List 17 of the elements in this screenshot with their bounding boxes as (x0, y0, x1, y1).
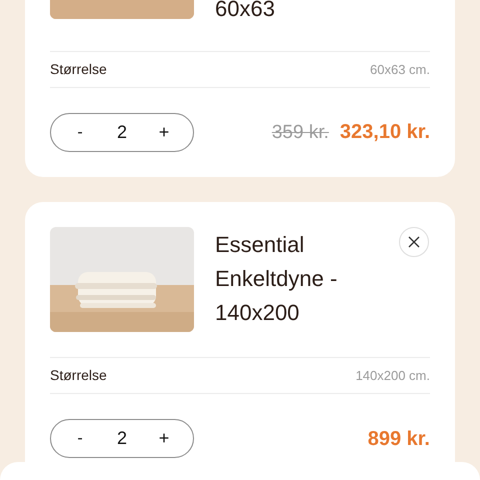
close-icon (408, 236, 420, 248)
size-value: 60x63 cm. (370, 60, 430, 79)
size-label: Størrelse (50, 366, 107, 385)
plus-button[interactable]: + (156, 119, 171, 146)
product-title: 60x63 (215, 0, 276, 23)
minus-button[interactable]: - (73, 426, 87, 450)
close-button[interactable] (399, 227, 429, 257)
quantity-value: 2 (116, 121, 127, 144)
size-label: Størrelse (50, 60, 107, 79)
minus-button[interactable]: - (73, 120, 87, 144)
quantity-value: 2 (116, 427, 127, 450)
product-title: Essential Enkeltdyne - 140x200 (215, 231, 338, 327)
price: 323,10 kr. (340, 120, 430, 146)
old-price: 359 kr. (272, 121, 329, 146)
size-value: 140x200 cm. (356, 366, 430, 385)
price: 899 kr. (368, 426, 430, 452)
plus-button[interactable]: + (156, 425, 171, 452)
